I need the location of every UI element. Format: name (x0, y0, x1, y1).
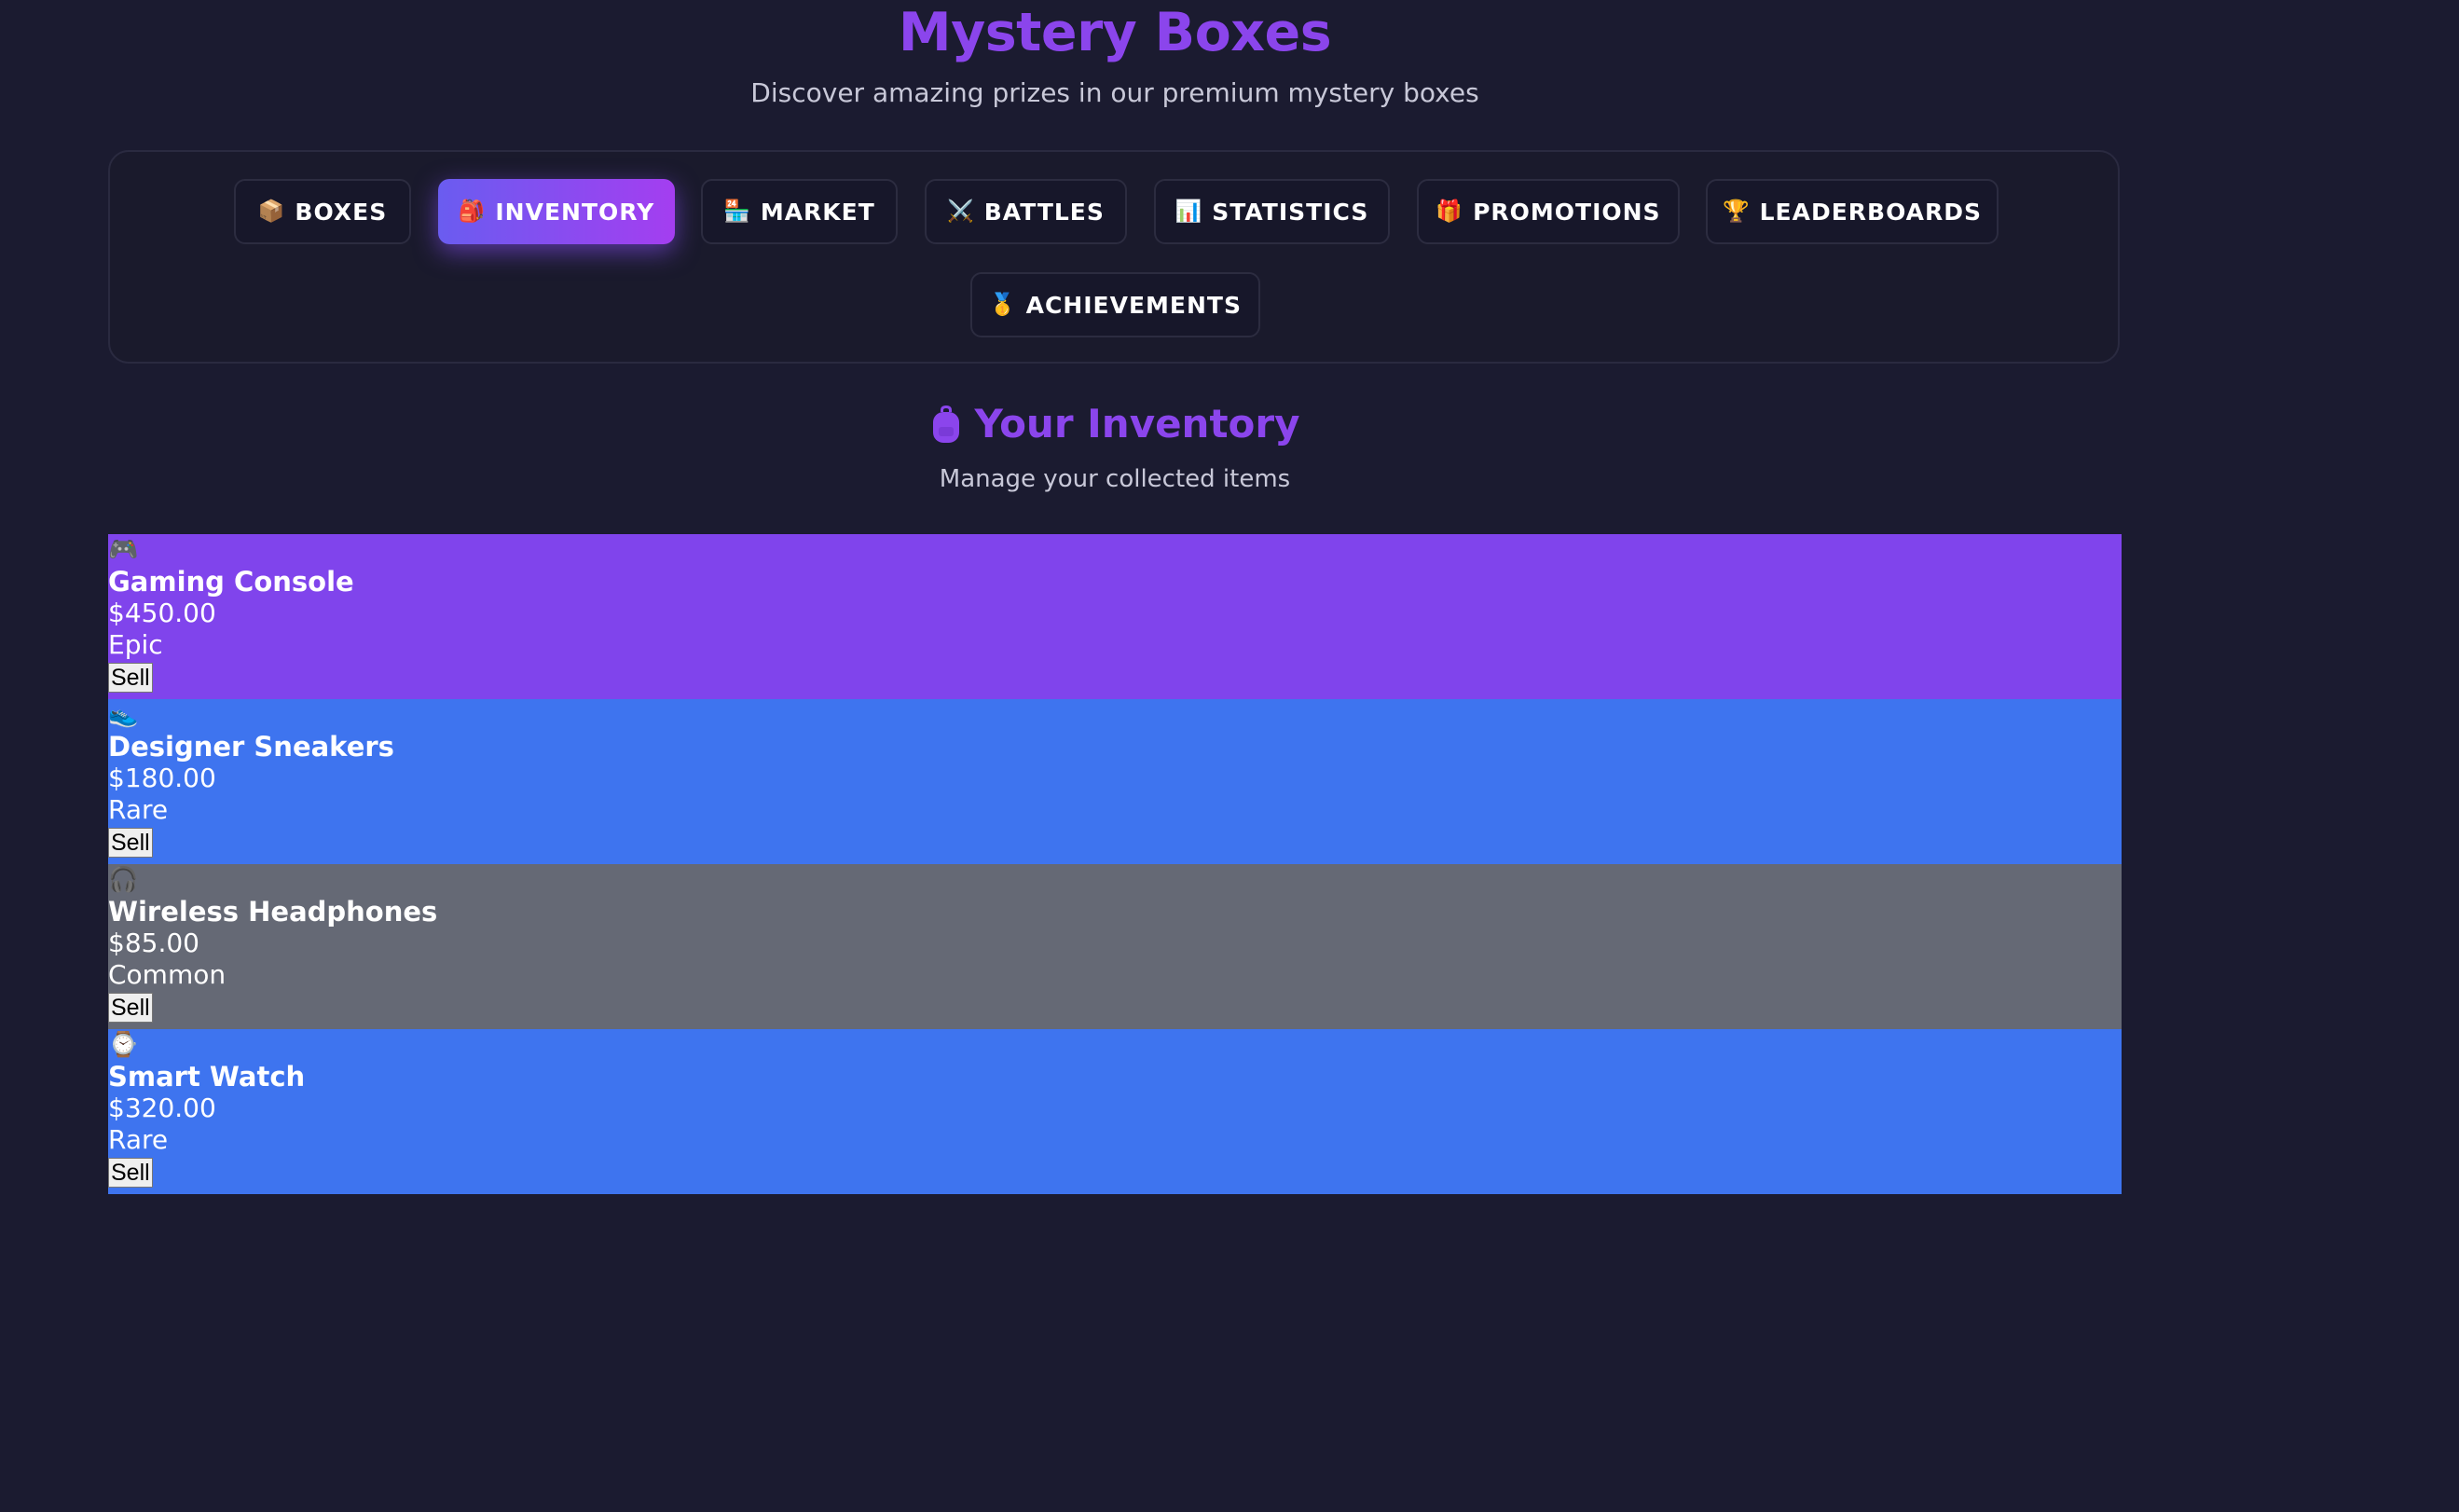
trophy-icon: 🏆 (1722, 199, 1751, 224)
swords-icon: ⚔️ (947, 199, 975, 224)
sell-button[interactable]: Sell (108, 828, 153, 858)
backpack-icon (932, 405, 959, 443)
headphones-icon: 🎧 (108, 866, 139, 894)
tab-label: LEADERBOARDS (1759, 198, 1983, 226)
item-name: Gaming Console (108, 566, 354, 598)
inventory-item: 🎮 Gaming Console $450.00 Epic Sell (108, 534, 2122, 699)
tab-achievements[interactable]: 🥇 ACHIEVEMENTS (970, 272, 1260, 337)
backpack-icon: 🎒 (458, 199, 487, 224)
item-rarity: Epic (108, 629, 163, 660)
item-name: Wireless Headphones (108, 896, 438, 928)
store-icon: 🏪 (723, 199, 751, 224)
sneaker-icon: 👟 (108, 701, 139, 729)
inventory-heading: Your Inventory (0, 396, 2230, 452)
tab-statistics[interactable]: 📊 STATISTICS (1154, 179, 1390, 244)
inventory-list: 🎮 Gaming Console $450.00 Epic Sell 👟 Des… (108, 534, 2122, 1194)
item-price: $320.00 (108, 1093, 216, 1123)
tab-navigation: 📦 BOXES 🎒 INVENTORY 🏪 MARKET ⚔️ BATTLES … (108, 150, 2120, 364)
bar-chart-icon: 📊 (1175, 199, 1203, 224)
page-title: Mystery Boxes (898, 2, 1332, 63)
inventory-subtitle: Manage your collected items (939, 465, 1291, 493)
tab-label: STATISTICS (1212, 198, 1369, 226)
page: Mystery Boxes Discover amazing prizes in… (0, 0, 2459, 1512)
item-price: $450.00 (108, 598, 216, 628)
tab-promotions[interactable]: 🎁 PROMOTIONS (1417, 179, 1680, 244)
item-rarity: Common (108, 959, 227, 990)
tab-leaderboards[interactable]: 🏆 LEADERBOARDS (1706, 179, 1999, 244)
medal-icon: 🥇 (988, 292, 1017, 317)
tab-inventory[interactable]: 🎒 INVENTORY (438, 179, 675, 244)
sell-button[interactable]: Sell (108, 993, 153, 1023)
gamepad-icon: 🎮 (108, 536, 139, 564)
tab-market[interactable]: 🏪 MARKET (701, 179, 898, 244)
watch-icon: ⌚ (108, 1031, 139, 1059)
inventory-title: Your Inventory (974, 401, 1300, 447)
tab-label: MARKET (760, 198, 875, 226)
item-name: Designer Sneakers (108, 731, 394, 763)
inventory-item: ⌚ Smart Watch $320.00 Rare Sell (108, 1029, 2122, 1194)
tab-label: PROMOTIONS (1473, 198, 1661, 226)
item-price: $180.00 (108, 763, 216, 793)
page-subtitle: Discover amazing prizes in our premium m… (750, 77, 1479, 108)
item-name: Smart Watch (108, 1061, 306, 1093)
tab-label: INVENTORY (495, 198, 655, 226)
item-price: $85.00 (108, 928, 199, 958)
inventory-item: 👟 Designer Sneakers $180.00 Rare Sell (108, 699, 2122, 864)
inventory-item: 🎧 Wireless Headphones $85.00 Common Sell (108, 864, 2122, 1029)
tab-battles[interactable]: ⚔️ BATTLES (925, 179, 1127, 244)
sell-button[interactable]: Sell (108, 663, 153, 693)
tab-label: BATTLES (983, 198, 1105, 226)
tab-boxes[interactable]: 📦 BOXES (234, 179, 411, 244)
tab-label: BOXES (295, 198, 388, 226)
box-icon: 📦 (257, 199, 286, 224)
item-rarity: Rare (108, 1124, 169, 1155)
gift-icon: 🎁 (1436, 199, 1464, 224)
sell-button[interactable]: Sell (108, 1158, 153, 1188)
item-rarity: Rare (108, 794, 169, 825)
tab-label: ACHIEVEMENTS (1025, 291, 1242, 319)
